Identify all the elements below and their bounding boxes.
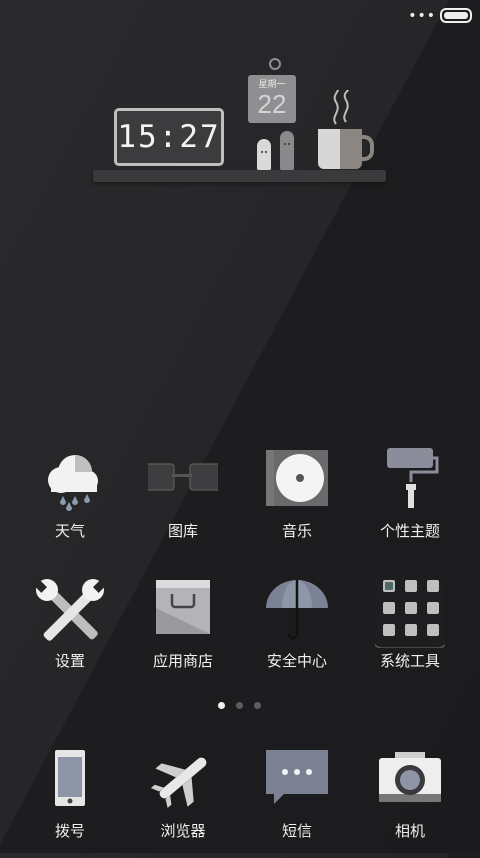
- shelf: [93, 170, 386, 182]
- app-gallery[interactable]: 图库: [123, 448, 243, 558]
- app-label: 系统工具: [379, 652, 440, 670]
- status-bar: •••: [0, 0, 480, 30]
- app-camera[interactable]: 相机: [350, 748, 470, 858]
- page-dot-active[interactable]: [218, 702, 225, 709]
- system-tools-folder-icon: [375, 578, 445, 648]
- clock-widget[interactable]: 15:27 星期一 22: [90, 55, 390, 185]
- clock-time: 15:27: [117, 119, 221, 155]
- app-weather[interactable]: 天气: [10, 448, 130, 558]
- app-store[interactable]: 应用商店: [123, 578, 243, 688]
- themes-icon: [387, 448, 439, 508]
- digital-clock[interactable]: 15:27: [114, 108, 224, 166]
- app-label: 拨号: [54, 822, 85, 840]
- steam-icon: [333, 90, 349, 125]
- app-label: 应用商店: [152, 652, 213, 670]
- app-label: 个性主题: [379, 522, 440, 540]
- battery-icon: [440, 8, 472, 23]
- app-browser[interactable]: 浏览器: [123, 748, 243, 858]
- page-indicator[interactable]: [0, 702, 480, 712]
- app-messages[interactable]: 短信: [237, 748, 357, 858]
- ghost-figurine-light: [257, 139, 271, 170]
- messages-icon: [266, 750, 328, 804]
- calendar-hook: [269, 58, 281, 70]
- app-label: 浏览器: [160, 822, 206, 840]
- app-label: 天气: [54, 522, 85, 540]
- folder-system-tools[interactable]: 系统工具: [350, 578, 470, 688]
- settings-icon: [35, 579, 105, 641]
- app-label: 短信: [281, 822, 312, 840]
- mug-handle: [356, 135, 374, 161]
- app-label: 图库: [167, 522, 198, 540]
- app-label: 安全中心: [266, 652, 327, 670]
- app-music[interactable]: 音乐: [237, 448, 357, 558]
- weather-icon: [48, 455, 98, 511]
- app-store-icon: [156, 580, 210, 634]
- page-dot[interactable]: [254, 702, 261, 709]
- camera-icon: [379, 752, 441, 802]
- gallery-icon: [148, 463, 218, 491]
- more-dots-icon: •••: [408, 8, 436, 24]
- calendar-day: 22: [257, 89, 287, 119]
- app-label: 音乐: [281, 522, 312, 540]
- security-icon: [266, 580, 328, 640]
- music-icon: [266, 450, 328, 506]
- page-dot[interactable]: [236, 702, 243, 709]
- browser-icon: [150, 757, 207, 808]
- app-themes[interactable]: 个性主题: [350, 448, 470, 558]
- phone-icon: [55, 750, 85, 806]
- app-label: 相机: [394, 822, 425, 840]
- app-label: 设置: [54, 652, 85, 670]
- app-settings[interactable]: 设置: [10, 578, 130, 688]
- ghost-figurine-dark: [280, 131, 294, 170]
- app-security[interactable]: 安全中心: [237, 578, 357, 688]
- calendar[interactable]: 星期一 22: [248, 75, 296, 123]
- app-phone[interactable]: 拨号: [10, 748, 130, 858]
